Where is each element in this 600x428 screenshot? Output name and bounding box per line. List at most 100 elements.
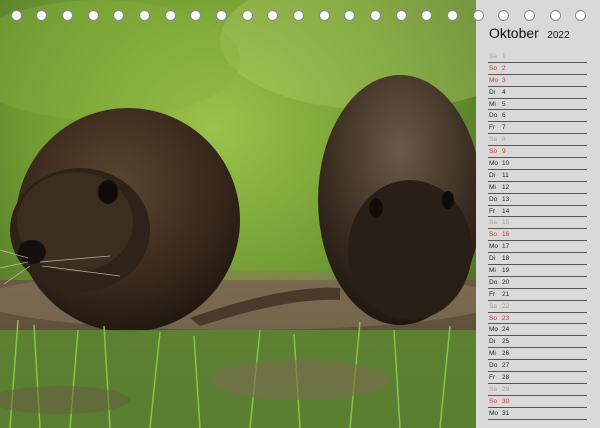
day-number: 30 <box>502 397 510 405</box>
day-row: So 23 <box>488 313 587 325</box>
day-number: 1 <box>502 53 506 60</box>
binding-hole <box>421 10 432 21</box>
weekday-label: Fr <box>489 374 496 382</box>
binding-hole <box>447 10 458 21</box>
nutria-illustration <box>0 0 476 428</box>
binding-hole <box>344 10 355 21</box>
binding-hole <box>267 10 278 21</box>
day-row: Mi 26 <box>488 348 587 361</box>
day-row: Mo 31 <box>488 408 587 420</box>
binding-hole <box>11 10 22 21</box>
day-row: Do 13 <box>488 194 587 206</box>
day-number: 13 <box>502 195 510 203</box>
weekday-label: Di <box>489 338 496 346</box>
weekday-label: Mi <box>489 267 496 275</box>
binding-hole <box>62 10 73 21</box>
binding-hole <box>319 10 330 21</box>
weekday-label: Fr <box>489 290 496 298</box>
weekday-label: Di <box>489 88 496 96</box>
weekday-label: Mi <box>489 100 496 108</box>
day-row: Sa 8 <box>488 134 587 147</box>
weekday-label: Sa <box>489 302 497 310</box>
day-number: 23 <box>502 314 510 322</box>
day-row: Di 11 <box>488 170 587 182</box>
weekday-label: Do <box>489 278 498 286</box>
day-row: Mo 17 <box>488 241 587 254</box>
day-number: 17 <box>502 243 510 251</box>
weekday-label: Mo <box>489 243 499 251</box>
month-title: Oktober <box>489 25 539 41</box>
weekday-label: Mo <box>489 160 499 168</box>
day-list: Sa 1 So 2 Mo 3 Di 4 Mi 5 Do 6 Fr 7 Sa 8 So 9 Mo 10 Di 11 Mi 12 D… <box>488 51 587 420</box>
day-row: Mo 24 <box>488 324 587 337</box>
day-number: 4 <box>502 88 506 96</box>
weekday-label: Sa <box>489 219 497 227</box>
weekday-label: Mo <box>489 76 499 84</box>
weekday-label: Di <box>489 171 496 179</box>
day-row: Mi 5 <box>488 99 587 111</box>
binding-hole <box>190 10 201 21</box>
binding-hole <box>550 10 561 21</box>
binding-hole <box>524 10 535 21</box>
binding-hole <box>473 10 484 21</box>
weekday-label: Sa <box>489 136 497 144</box>
day-row: Sa 29 <box>488 384 587 396</box>
weekday-label: Sa <box>489 53 497 60</box>
day-number: 8 <box>502 136 506 144</box>
day-number: 6 <box>502 112 506 120</box>
weekday-label: Mi <box>489 350 496 358</box>
day-number: 3 <box>502 76 506 84</box>
day-row: Sa 1 <box>488 51 587 63</box>
day-row: Do 27 <box>488 360 587 373</box>
weekday-label: Di <box>489 255 496 263</box>
day-number: 28 <box>502 374 510 382</box>
weekday-label: Sa <box>489 385 497 393</box>
weekday-label: Mi <box>489 183 496 191</box>
day-number: 5 <box>502 100 506 108</box>
day-row: Di 25 <box>488 336 587 349</box>
binding-hole <box>113 10 124 21</box>
day-row: Do 6 <box>488 110 587 123</box>
day-number: 24 <box>502 326 510 334</box>
binding-hole <box>575 10 586 21</box>
day-number: 26 <box>502 350 510 358</box>
day-number: 18 <box>502 255 510 263</box>
day-number: 31 <box>502 409 510 417</box>
day-number: 22 <box>502 302 510 310</box>
binding-hole <box>88 10 99 21</box>
day-row: So 9 <box>488 146 587 159</box>
weekday-label: Fr <box>489 124 496 132</box>
nutria-photo <box>0 0 476 428</box>
day-number: 21 <box>502 290 510 298</box>
day-number: 25 <box>502 338 510 346</box>
day-number: 10 <box>502 160 510 168</box>
day-number: 12 <box>502 183 510 191</box>
day-number: 2 <box>502 64 506 72</box>
weekday-label: Do <box>489 195 498 203</box>
day-number: 29 <box>502 385 510 393</box>
day-row: Mo 10 <box>488 158 587 170</box>
binding-hole <box>242 10 253 21</box>
weekday-label: Do <box>489 362 498 370</box>
day-number: 20 <box>502 278 510 286</box>
weekday-label: Mo <box>489 409 499 417</box>
day-row: Fr 7 <box>488 122 587 135</box>
day-row: Fr 28 <box>488 372 587 384</box>
binding-hole <box>139 10 150 21</box>
day-row: Di 4 <box>488 87 587 99</box>
day-row: Mi 19 <box>488 265 587 277</box>
day-row: Di 18 <box>488 253 587 266</box>
binding-hole <box>216 10 227 21</box>
year-label: 2022 <box>547 30 570 41</box>
day-number: 14 <box>502 207 510 215</box>
day-number: 9 <box>502 148 506 156</box>
day-row: Sa 22 <box>488 301 587 313</box>
calendar-header: Oktober 2022 <box>489 25 570 47</box>
binding-hole <box>165 10 176 21</box>
day-row: Mi 12 <box>488 182 587 194</box>
day-row: So 30 <box>488 396 587 408</box>
weekday-label: So <box>489 64 497 72</box>
day-row: Fr 21 <box>488 289 587 301</box>
day-row: So 2 <box>488 63 587 75</box>
weekday-label: So <box>489 231 497 239</box>
